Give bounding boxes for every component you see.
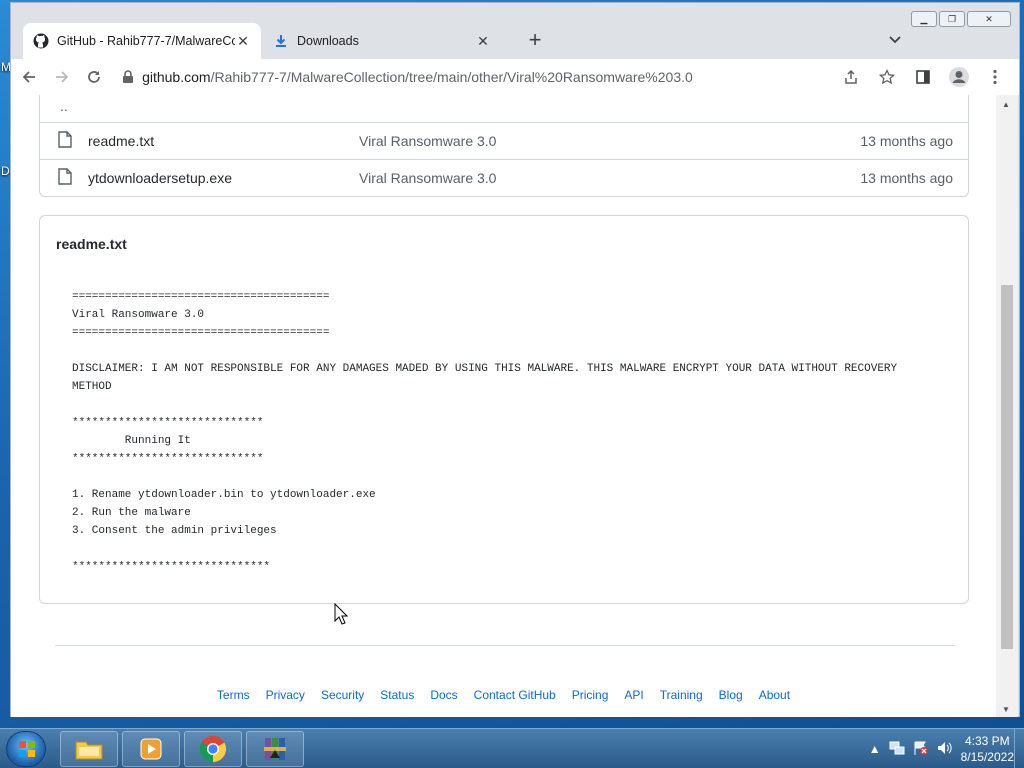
start-button[interactable] [6, 731, 46, 767]
close-icon[interactable]: ✕ [475, 33, 491, 49]
lock-icon[interactable] [122, 70, 134, 84]
footer-link[interactable]: Training [660, 688, 703, 702]
tab-strip: GitHub - Rahib777-7/MalwareCollection ✕ … [23, 23, 903, 59]
taskbar: ▲ 4:33 PM 8/15/2022 [0, 728, 1024, 768]
readme-title: readme.txt [56, 236, 127, 252]
clock-time: 4:33 PM [964, 734, 1010, 748]
winrar-icon[interactable] [246, 731, 304, 767]
window-controls: ▁ ❐ ✕ [911, 11, 1011, 27]
explorer-icon[interactable] [60, 731, 118, 767]
commit-message-link[interactable]: Viral Ransomware 3.0 [359, 133, 496, 149]
bookmark-star-icon[interactable] [871, 62, 903, 92]
action-center-flag-icon[interactable] [913, 740, 929, 759]
github-icon [33, 33, 49, 49]
page-content: .. readme.txt Viral Ransomware 3.0 13 mo… [11, 95, 996, 717]
new-tab-button[interactable]: + [523, 29, 547, 53]
close-icon[interactable]: ✕ [235, 33, 251, 49]
footer-link[interactable]: Pricing [572, 688, 609, 702]
minimize-button[interactable]: ▁ [911, 11, 937, 27]
chevron-down-icon[interactable] [889, 33, 901, 47]
footer-link[interactable]: Privacy [266, 688, 305, 702]
file-icon [58, 131, 72, 151]
footer-link[interactable]: About [759, 688, 790, 702]
scroll-thumb[interactable] [1001, 285, 1013, 649]
commit-message-link[interactable]: Viral Ransomware 3.0 [359, 170, 496, 186]
profile-avatar-icon[interactable] [943, 62, 975, 92]
commit-age: 13 months ago [860, 133, 953, 149]
scroll-down-arrow-icon[interactable]: ▼ [1002, 705, 1010, 714]
url-path: /Rahib777-7/MalwareCollection/tree/main/… [210, 69, 693, 85]
scroll-up-arrow-icon[interactable]: ▲ [1002, 100, 1010, 109]
side-panel-icon[interactable] [907, 62, 939, 92]
system-tray: ▲ 4:33 PM 8/15/2022 [869, 729, 1014, 768]
volume-icon[interactable] [937, 741, 953, 758]
vertical-scrollbar[interactable]: ▲ ▼ [996, 95, 1018, 717]
url-host: github.com [142, 69, 211, 85]
share-icon[interactable] [835, 62, 867, 92]
file-row[interactable]: ytdownloadersetup.exe Viral Ransomware 3… [40, 159, 968, 196]
footer-links: Terms Privacy Security Status Docs Conta… [11, 688, 996, 702]
close-window-button[interactable]: ✕ [967, 11, 1011, 27]
chevron-up-icon[interactable]: ▲ [869, 742, 881, 756]
media-player-icon[interactable] [122, 731, 180, 767]
readme-panel: readme.txt =============================… [39, 215, 969, 604]
browser-toolbar: github.com/Rahib777-7/MalwareCollection/… [11, 59, 1019, 95]
commit-age: 13 months ago [860, 170, 953, 186]
desktop-icon-label[interactable]: D [1, 164, 10, 178]
footer-link[interactable]: Security [321, 688, 364, 702]
tab-title: GitHub - Rahib777-7/MalwareCollection [57, 34, 235, 48]
footer-link[interactable]: API [624, 688, 643, 702]
browser-window: ▁ ❐ ✕ GitHub - Rahib777-7/MalwareCollect… [10, 2, 1020, 717]
menu-kebab-icon[interactable] [979, 62, 1011, 92]
back-button[interactable] [15, 62, 43, 92]
readme-text: ======================================= … [72, 291, 898, 573]
clock[interactable]: 4:33 PM 8/15/2022 [961, 733, 1014, 765]
parent-directory-link[interactable]: .. [60, 98, 68, 114]
address-bar[interactable]: github.com/Rahib777-7/MalwareCollection/… [116, 62, 835, 92]
file-list: .. readme.txt Viral Ransomware 3.0 13 mo… [39, 95, 969, 197]
chrome-icon[interactable] [184, 731, 242, 767]
clock-date: 8/15/2022 [960, 750, 1014, 764]
footer-link[interactable]: Blog [719, 688, 743, 702]
file-icon [58, 168, 72, 188]
file-name-link[interactable]: readme.txt [88, 133, 154, 149]
file-row[interactable]: readme.txt Viral Ransomware 3.0 13 month… [40, 122, 968, 159]
network-icon[interactable] [889, 741, 905, 758]
footer-link[interactable]: Docs [430, 688, 457, 702]
maximize-button[interactable]: ❐ [939, 11, 965, 27]
mouse-cursor-icon [334, 602, 349, 630]
file-name-link[interactable]: ytdownloadersetup.exe [88, 170, 232, 186]
footer-link[interactable]: Terms [217, 688, 250, 702]
footer-link[interactable]: Contact GitHub [474, 688, 556, 702]
footer-link[interactable]: Status [380, 688, 414, 702]
forward-button[interactable] [47, 62, 75, 92]
tab-title: Downloads [297, 34, 359, 48]
show-desktop-button[interactable] [1014, 729, 1024, 768]
download-icon [273, 33, 289, 49]
reload-button[interactable] [80, 62, 108, 92]
tab-github[interactable]: GitHub - Rahib777-7/MalwareCollection ✕ [23, 23, 261, 59]
tab-downloads[interactable]: Downloads ✕ [263, 23, 501, 59]
footer-divider [55, 645, 955, 646]
